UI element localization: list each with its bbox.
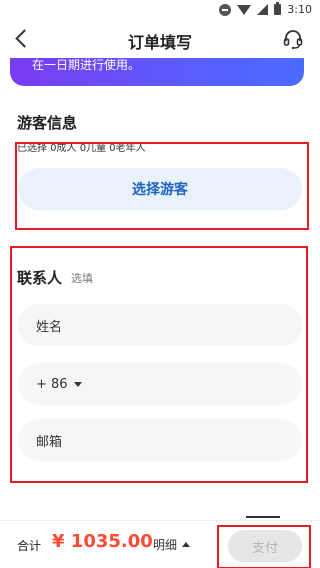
status-bar: 3:10 [0,0,320,20]
email-field[interactable]: 邮箱 [18,419,302,461]
total-label: 合计 [17,539,42,553]
signal-icon [257,4,269,15]
caret-up-icon [182,542,191,547]
detail-label: 明细 [153,538,178,552]
pay-button[interactable]: 支付 [228,530,302,562]
nav-bar: 订单填写 [0,20,320,58]
phone-code-select[interactable]: + 86 [18,363,302,405]
headset-icon [283,30,303,50]
optional-label: 选填 [71,272,93,285]
name-placeholder: 姓名 [36,319,63,335]
wifi-icon [237,4,252,15]
customer-service-icon[interactable] [282,28,304,50]
banner-text: 在一日期进行使用。 [32,58,141,72]
total-price: ¥ 1035.00 [52,531,153,552]
page-title: 订单填写 [127,33,192,52]
name-field[interactable]: 姓名 [18,304,302,346]
contact-title: 联系人 [17,269,63,287]
caret-down-icon [73,381,82,387]
select-guest-button[interactable]: 选择游客 [18,168,302,210]
status-time: 3:10 [287,3,312,16]
bottom-bar: 合计 ¥ 1035.00 明细 支付 [0,520,320,568]
battery-icon [274,2,282,15]
status-icons: 3:10 [219,2,312,16]
do-not-disturb-icon [219,3,232,16]
phone-code: + 86 [36,376,68,392]
guest-info-title: 游客信息 [17,114,78,132]
email-placeholder: 邮箱 [36,434,63,450]
notice-banner: 在一日期进行使用。 [10,58,304,86]
detail-toggle[interactable]: 明细 [153,536,191,553]
